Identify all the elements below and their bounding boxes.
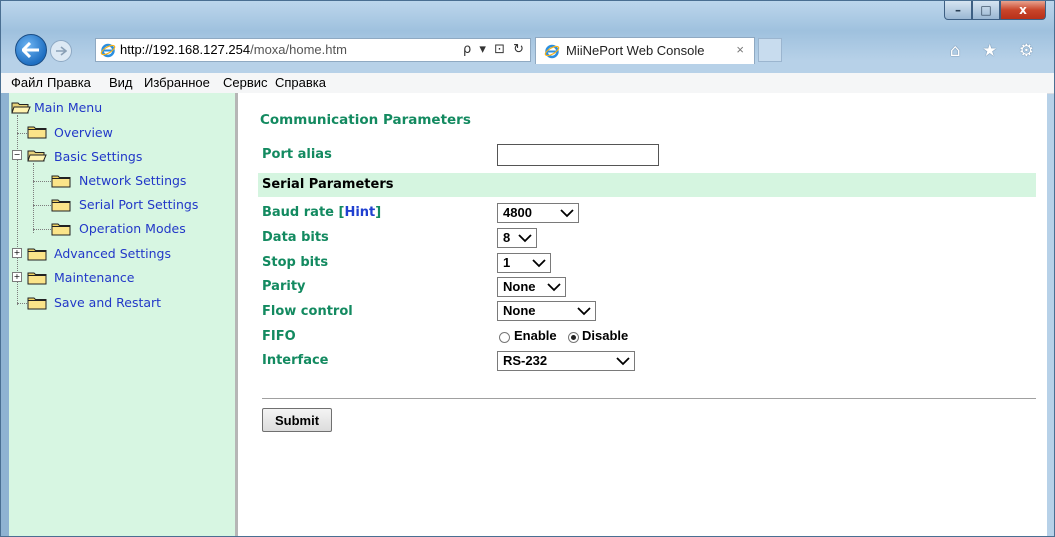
open-folder-icon xyxy=(27,150,47,162)
folder-icon xyxy=(27,248,47,261)
interface-value: RS-232 xyxy=(503,353,548,368)
menu-edit[interactable]: Правка xyxy=(47,75,91,90)
baud-rate-label: Baud rate [Hint] xyxy=(262,205,381,220)
chevron-down-icon xyxy=(532,259,546,268)
data-bits-select[interactable]: 8 xyxy=(497,228,537,248)
parity-label: Parity xyxy=(262,279,306,294)
parity-value: None xyxy=(503,279,536,294)
baud-rate-hint-link[interactable]: Hint xyxy=(344,205,375,220)
tab-close-icon[interactable]: × xyxy=(736,42,744,57)
stop-bits-label: Stop bits xyxy=(262,255,329,270)
submit-button[interactable]: Submit xyxy=(262,408,332,432)
main-panel: Communication Parameters Port alias Seri… xyxy=(238,93,1047,536)
menu-favorites[interactable]: Избранное xyxy=(144,75,210,90)
baud-rate-value: 4800 xyxy=(503,205,532,220)
fifo-disable-label[interactable]: Disable xyxy=(582,328,628,343)
sidebar-item-basic-settings[interactable]: Basic Settings xyxy=(54,149,142,164)
maximize-button[interactable]: □ xyxy=(972,1,1000,20)
flow-control-value: None xyxy=(503,303,536,318)
form-divider xyxy=(262,398,1036,399)
tree-line xyxy=(33,181,51,182)
flow-control-label: Flow control xyxy=(262,304,353,319)
tab-ie-icon xyxy=(544,44,560,59)
sidebar-item-operation-modes[interactable]: Operation Modes xyxy=(79,221,186,236)
address-bar[interactable]: http://192.168.127.254/moxa/home.htm ρ ▾… xyxy=(95,38,531,62)
menu-help[interactable]: Справка xyxy=(275,75,326,90)
chevron-down-icon xyxy=(518,234,532,243)
sidebar-item-network-settings[interactable]: Network Settings xyxy=(79,173,186,188)
chevron-down-icon xyxy=(616,357,630,366)
ie-logo-icon xyxy=(100,43,116,58)
page-content: Main Menu Overview − Basic Settings Netw… xyxy=(9,93,1047,536)
chevron-down-icon xyxy=(560,209,574,218)
menu-file[interactable]: Файл xyxy=(11,75,43,90)
expand-toggle-icon[interactable]: + xyxy=(12,248,22,258)
page-title: Communication Parameters xyxy=(260,112,471,128)
fifo-enable-radio[interactable] xyxy=(499,332,510,343)
new-tab-button[interactable] xyxy=(758,38,782,62)
browser-window: – □ x http://192.168.127.254/moxa/home.h… xyxy=(0,0,1055,537)
stop-bits-value: 1 xyxy=(503,255,511,270)
tree-line xyxy=(33,163,34,233)
port-alias-input[interactable] xyxy=(497,144,659,166)
stop-bits-select[interactable]: 1 xyxy=(497,253,551,273)
window-controls: – □ x xyxy=(944,1,1046,21)
close-window-button[interactable]: x xyxy=(1000,1,1046,20)
folder-icon xyxy=(27,297,47,310)
sidebar-item-maintenance[interactable]: Maintenance xyxy=(54,270,135,285)
folder-icon xyxy=(51,175,71,188)
sidebar-item-overview[interactable]: Overview xyxy=(54,125,113,140)
baud-rate-label-end: ] xyxy=(375,205,382,220)
port-alias-label: Port alias xyxy=(262,147,332,162)
forward-arrow-icon xyxy=(56,46,67,56)
minimize-button[interactable]: – xyxy=(944,1,972,20)
folder-icon xyxy=(51,223,71,236)
fifo-disable-radio[interactable] xyxy=(568,332,579,343)
sidebar-item-save-and-restart[interactable]: Save and Restart xyxy=(54,295,161,310)
baud-rate-label-text: Baud rate [ xyxy=(262,205,345,220)
browser-right-icons[interactable]: ⌂ ★ ⚙ xyxy=(950,41,1042,61)
folder-icon xyxy=(27,272,47,285)
data-bits-label: Data bits xyxy=(262,230,329,245)
fifo-label: FIFO xyxy=(262,329,296,344)
fifo-enable-label[interactable]: Enable xyxy=(514,328,557,343)
menu-view[interactable]: Вид xyxy=(109,75,133,90)
menu-tools[interactable]: Сервис xyxy=(223,75,268,90)
tree-line xyxy=(33,205,51,206)
url-path: /moxa/home.htm xyxy=(250,42,347,57)
back-button[interactable] xyxy=(15,34,47,66)
chevron-down-icon xyxy=(547,283,561,292)
expand-toggle-icon[interactable]: + xyxy=(12,272,22,282)
flow-control-select[interactable]: None xyxy=(497,301,596,321)
tree-main-menu[interactable]: Main Menu xyxy=(34,100,102,115)
folder-icon xyxy=(51,199,71,212)
sidebar-item-advanced-settings[interactable]: Advanced Settings xyxy=(54,246,171,261)
interface-select[interactable]: RS-232 xyxy=(497,351,635,371)
address-tools[interactable]: ρ ▾ ⊡ ↻ xyxy=(463,39,526,61)
tab-title: MiiNePort Web Console xyxy=(566,43,705,58)
navigation-bar: http://192.168.127.254/moxa/home.htm ρ ▾… xyxy=(1,30,1054,66)
folder-icon xyxy=(27,126,47,139)
url-host: http://192.168.127.254 xyxy=(120,42,251,57)
parity-select[interactable]: None xyxy=(497,277,566,297)
tree-line xyxy=(33,229,51,230)
sidebar-menu: Main Menu Overview − Basic Settings Netw… xyxy=(9,93,238,536)
window-left-edge xyxy=(1,93,9,536)
menu-bar: Файл Правка Вид Избранное Сервис Справка xyxy=(1,73,1054,94)
tab-miineport[interactable]: MiiNePort Web Console × xyxy=(535,37,755,64)
back-arrow-icon xyxy=(22,42,39,58)
sidebar-item-serial-port-settings[interactable]: Serial Port Settings xyxy=(79,197,198,212)
collapse-toggle-icon[interactable]: − xyxy=(12,150,22,160)
address-url: http://192.168.127.254/moxa/home.htm xyxy=(120,39,347,61)
chevron-down-icon xyxy=(577,307,591,316)
forward-button[interactable] xyxy=(50,40,72,62)
baud-rate-select[interactable]: 4800 xyxy=(497,203,579,223)
open-folder-icon xyxy=(11,102,31,114)
interface-label: Interface xyxy=(262,353,329,368)
section-serial-parameters: Serial Parameters xyxy=(258,173,1036,197)
data-bits-value: 8 xyxy=(503,230,511,245)
